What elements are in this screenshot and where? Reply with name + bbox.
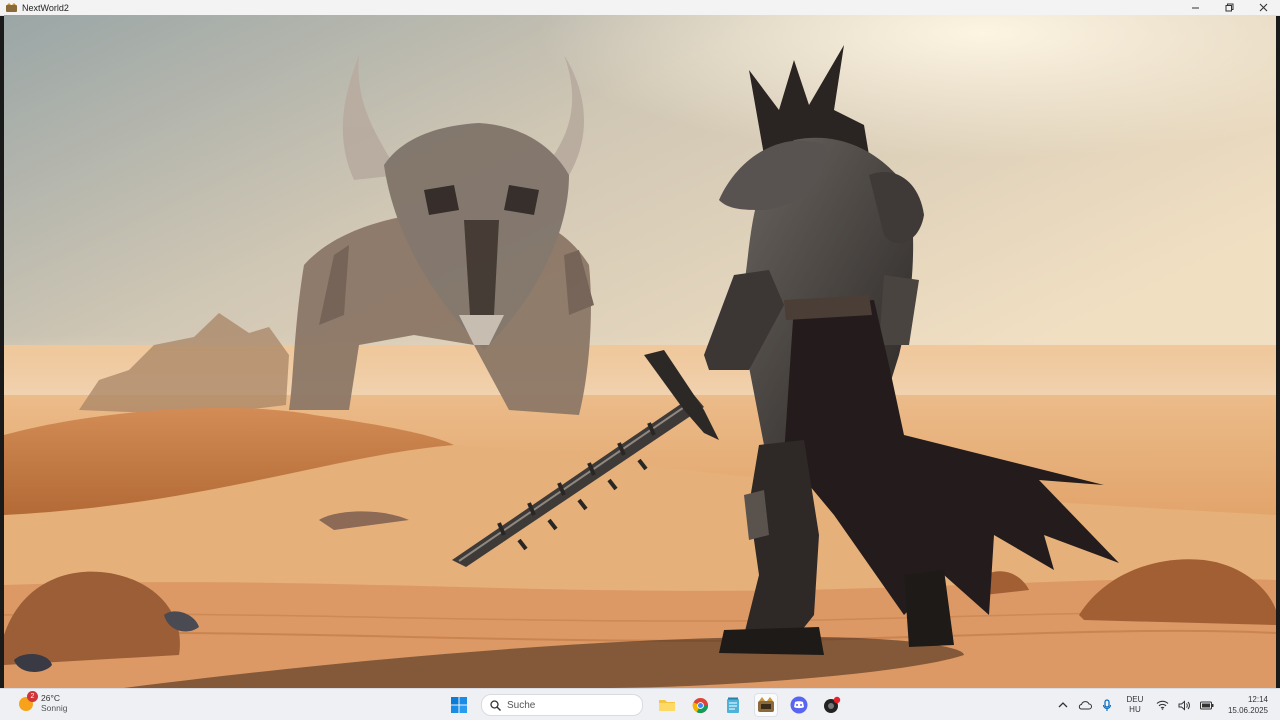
taskbar: 2 26°C Sonnig Suche DEU HU 12:14 15.06.2… [0, 688, 1280, 720]
taskbar-search-box[interactable]: Suche [481, 694, 643, 716]
wifi-icon [1157, 700, 1169, 710]
minimize-icon [1191, 7, 1199, 9]
weather-widget[interactable]: 2 26°C Sonnig [18, 691, 68, 713]
minimize-button[interactable] [1178, 0, 1212, 15]
recorder-button[interactable] [820, 693, 844, 717]
language-indicator[interactable]: DEU HU [1118, 689, 1152, 720]
chrome-button[interactable] [688, 693, 712, 717]
system-tray: DEU HU 12:14 15.06.2025 [1052, 689, 1280, 720]
speaker-icon [1178, 699, 1191, 711]
clock[interactable]: 12:14 15.06.2025 [1228, 694, 1268, 716]
notepad-icon [727, 697, 739, 713]
folder-icon [659, 700, 675, 711]
desert-battle-artwork [4, 15, 1276, 688]
close-icon [1259, 3, 1267, 12]
window-title-bar[interactable]: NextWorld2 [0, 0, 1280, 16]
nextworld2-taskbar-button[interactable] [754, 693, 778, 717]
notepad-button[interactable] [721, 693, 745, 717]
battery-button[interactable] [1196, 689, 1218, 720]
volume-button[interactable] [1174, 689, 1196, 720]
chevron-up-icon [1058, 702, 1068, 708]
wifi-button[interactable] [1152, 689, 1174, 720]
file-explorer-button[interactable] [655, 693, 679, 717]
discord-button[interactable] [787, 693, 811, 717]
battery-icon [1199, 701, 1214, 709]
language-code: DEU [1126, 695, 1144, 704]
search-placeholder: Suche [507, 699, 536, 711]
microphone-icon [1102, 698, 1112, 711]
close-button[interactable] [1246, 0, 1280, 15]
sun-icon: 2 [18, 691, 38, 712]
record-app-icon [824, 696, 841, 713]
discord-icon [790, 696, 808, 714]
microphone-button[interactable] [1096, 689, 1118, 720]
onedrive-button[interactable] [1074, 689, 1096, 720]
nextworld-app-icon [758, 697, 774, 712]
clock-time: 12:14 [1247, 695, 1268, 704]
window-title: NextWorld2 [22, 2, 69, 13]
start-button[interactable] [447, 693, 471, 717]
chrome-icon [692, 697, 708, 713]
game-viewport[interactable] [4, 15, 1276, 688]
windows-logo-icon [451, 697, 467, 713]
keyboard-layout: HU [1129, 705, 1141, 714]
nextworld-app-icon [6, 3, 17, 12]
weather-notification-badge: 2 [27, 691, 38, 702]
clock-date: 15.06.2025 [1227, 706, 1268, 715]
restore-button[interactable] [1212, 0, 1246, 15]
cloud-icon [1078, 701, 1092, 710]
restore-icon [1225, 3, 1233, 12]
weather-condition: Sonnig [41, 703, 68, 713]
search-icon [490, 699, 501, 711]
weather-temperature: 26°C [41, 693, 60, 703]
show-hidden-icons-button[interactable] [1052, 689, 1074, 720]
